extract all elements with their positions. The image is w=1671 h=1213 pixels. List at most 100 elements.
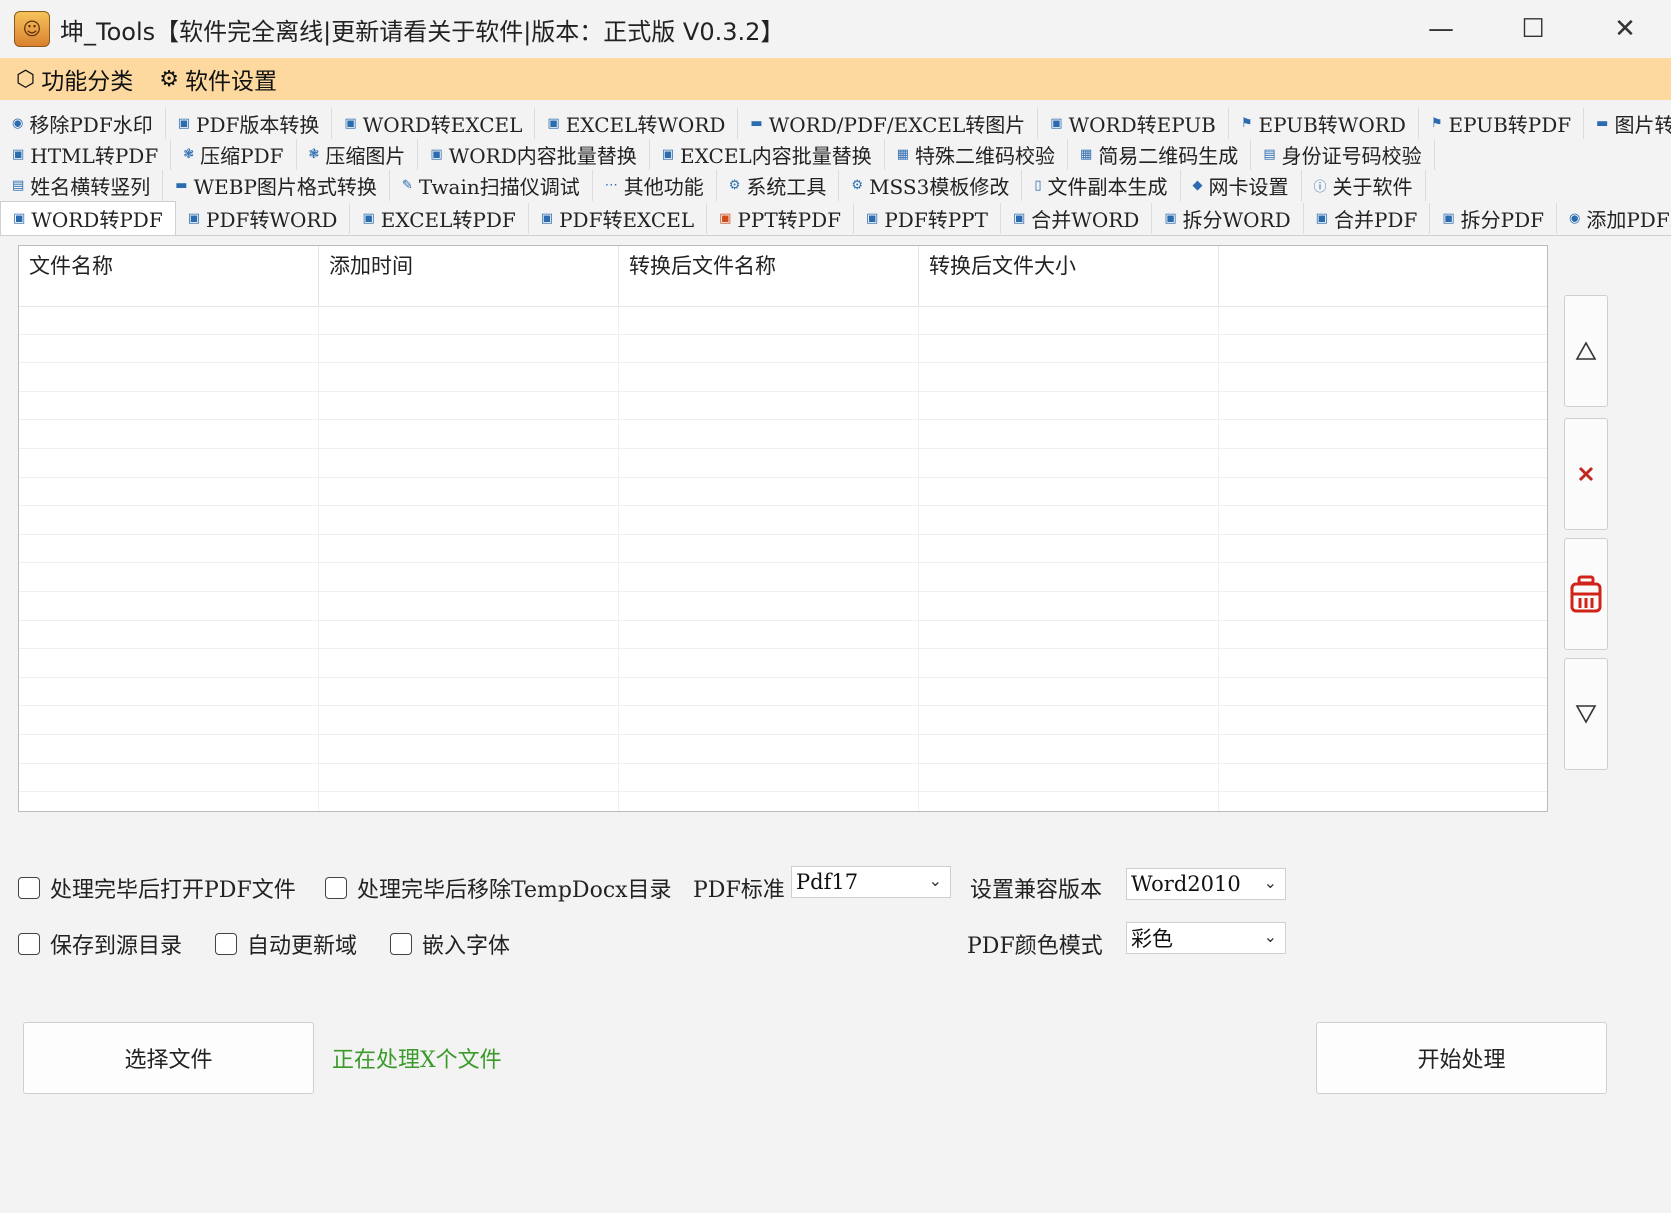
table-row	[19, 706, 1547, 735]
tab-image-to-pdf[interactable]: ▬图片转PDF	[1584, 108, 1671, 139]
maximize-button[interactable]: ☐	[1487, 0, 1579, 58]
tab-compress-pdf[interactable]: ❃ 压缩PDF	[171, 139, 297, 170]
more-icon: ⋯	[604, 178, 618, 193]
tab-word-to-epub[interactable]: ▣ WORD转EPUB	[1038, 108, 1229, 139]
tab-epub-to-word[interactable]: ⚑ EPUB转WORD	[1229, 108, 1419, 139]
tab-add-pdf-watermark[interactable]: ◉添加PDF水印	[1557, 203, 1671, 234]
file-list-table[interactable]: 文件名称 添加时间 转换后文件名称 转换后文件大小	[18, 245, 1548, 812]
move-up-button[interactable]	[1564, 295, 1608, 407]
clear-button[interactable]	[1564, 538, 1608, 650]
tab-pdf-to-ppt[interactable]: ▣ PDF转PPT	[854, 202, 1001, 234]
checkbox-box[interactable]	[325, 877, 347, 899]
tab-pdf-version-convert[interactable]: ▣ PDF版本转换	[166, 108, 333, 139]
compress-icon: ❃	[183, 147, 195, 162]
list-icon: ▤	[12, 178, 25, 193]
checkbox-box[interactable]	[390, 933, 412, 955]
column-header-converted-name[interactable]: 转换后文件名称	[619, 246, 919, 306]
close-button[interactable]: ✕	[1579, 0, 1671, 58]
minimize-button[interactable]: —	[1395, 0, 1487, 58]
tab-split-pdf[interactable]: ▣ 拆分PDF	[1430, 202, 1557, 234]
tab-compress-image[interactable]: ❃ 压缩图片	[297, 139, 419, 170]
word-icon: ▣	[1050, 116, 1063, 131]
start-processing-button[interactable]: 开始处理	[1316, 1022, 1607, 1094]
compat-version-select[interactable]: Word2010 ⌄	[1126, 868, 1286, 900]
color-mode-label: PDF颜色模式	[967, 934, 1103, 959]
compat-version-label: 设置兼容版本	[970, 878, 1103, 903]
tab-simple-qrcode-generate[interactable]: ▦ 简易二维码生成	[1068, 139, 1252, 170]
tab-ppt-to-pdf[interactable]: ▣ PPT转PDF	[707, 202, 855, 234]
menu-software-settings[interactable]: ⚙ 软件设置	[159, 62, 277, 96]
open-pdf-after-checkbox[interactable]: 处理完毕后打开PDF文件	[18, 872, 296, 904]
chevron-down-icon: ⌄	[928, 871, 942, 890]
menu-function-category[interactable]: ⬡ 功能分类	[16, 62, 133, 96]
remove-tempdocx-checkbox[interactable]: 处理完毕后移除TempDocx目录	[325, 872, 672, 904]
table-cell	[919, 391, 1219, 420]
table-cell	[619, 706, 919, 734]
table-cell	[619, 591, 919, 620]
tab-id-number-check[interactable]: ▤ 身份证号码校验	[1251, 139, 1435, 170]
tab-excel-batch-replace[interactable]: ▣ EXCEL内容批量替换	[650, 139, 885, 170]
tab-excel-to-pdf[interactable]: ▣ EXCEL转PDF	[350, 202, 529, 234]
excel-icon: ▣	[362, 210, 375, 226]
table-cell	[319, 363, 619, 391]
table-cell	[919, 792, 1219, 811]
auto-update-fields-checkbox[interactable]: 自动更新域	[215, 928, 357, 960]
pdf-standard-select[interactable]: Pdf17 ⌄	[791, 866, 951, 898]
column-header-file-name[interactable]: 文件名称	[19, 246, 319, 306]
column-header-added-time[interactable]: 添加时间	[319, 246, 619, 306]
word-icon: ▣	[430, 147, 443, 162]
menu-item-label: 软件设置	[184, 69, 277, 95]
tab-merge-word[interactable]: ▣ 合并WORD	[1001, 202, 1153, 234]
table-cell	[319, 734, 619, 763]
table-cell	[619, 534, 919, 563]
tab-merge-pdf[interactable]: ▣ 合并PDF	[1304, 202, 1431, 234]
pdf-icon: ▣	[187, 210, 201, 226]
tab-webp-convert[interactable]: ▬ WEBP图片格式转换	[163, 170, 390, 201]
table-row	[19, 649, 1547, 678]
tab-file-copy-generate[interactable]: ▯ 文件副本生成	[1022, 170, 1181, 201]
document-icon: ▯	[1034, 178, 1042, 193]
table-cell	[319, 448, 619, 477]
checkbox-box[interactable]	[18, 877, 40, 899]
tab-special-qrcode-check[interactable]: ▦ 特殊二维码校验	[885, 139, 1069, 170]
tab-split-word[interactable]: ▣ 拆分WORD	[1152, 202, 1304, 234]
pdf-icon: ▣	[540, 210, 554, 226]
tab-other-functions[interactable]: ⋯ 其他功能	[593, 170, 717, 201]
save-to-source-checkbox[interactable]: 保存到源目录	[18, 928, 182, 960]
tab-mss3-template-edit[interactable]: ⚙ MSS3模板修改	[839, 170, 1023, 201]
color-mode-select[interactable]: 彩色 ⌄	[1126, 922, 1286, 954]
tab-office-to-image[interactable]: ▬ WORD/PDF/EXCEL转图片	[738, 108, 1039, 139]
tab-word-to-excel[interactable]: ▣ WORD转EXCEL	[332, 108, 536, 139]
gear-icon: ⚙	[851, 178, 864, 193]
remove-button[interactable]	[1564, 418, 1608, 530]
table-cell	[319, 306, 619, 334]
table-row	[19, 506, 1547, 535]
epub-icon: ⚑	[1430, 116, 1443, 131]
table-cell	[19, 477, 319, 506]
checkbox-box[interactable]	[215, 933, 237, 955]
tab-row-2: ▣ HTML转PDF ❃ 压缩PDF ❃ 压缩图片 ▣ WORD内容批量替换 ▣ EXCE…	[0, 139, 1671, 170]
embed-fonts-checkbox[interactable]: 嵌入字体	[390, 928, 510, 960]
tab-word-to-pdf[interactable]: ▣ WORD转PDF	[0, 201, 176, 235]
tab-html-to-pdf[interactable]: ▣ HTML转PDF	[0, 139, 172, 170]
tab-pdf-to-excel[interactable]: ▣ PDF转EXCEL	[529, 202, 708, 234]
tab-pdf-to-word[interactable]: ▣ PDF转WORD	[176, 202, 351, 234]
tab-word-batch-replace[interactable]: ▣ WORD内容批量替换	[418, 139, 650, 170]
table-cell	[919, 649, 1219, 677]
column-header-converted-size[interactable]: 转换后文件大小	[919, 246, 1219, 306]
tab-epub-to-pdf[interactable]: ⚑ EPUB转PDF	[1419, 108, 1585, 139]
tab-twain-scanner-debug[interactable]: ✎ Twain扫描仪调试	[390, 170, 593, 201]
tab-system-tools[interactable]: ⚙ 系统工具	[717, 170, 840, 201]
tab-name-horizontal-to-vertical[interactable]: ▤ 姓名横转竖列	[0, 170, 164, 201]
tab-excel-to-word[interactable]: ▣ EXCEL转WORD	[535, 108, 739, 139]
table-cell	[919, 506, 1219, 534]
table-cell	[19, 792, 319, 811]
move-down-button[interactable]	[1564, 658, 1608, 770]
function-tabs: ◉ 移除PDF水印 ▣ PDF版本转换 ▣ WORD转EXCEL ▣ EXCEL转WOR…	[0, 108, 1671, 236]
tab-remove-pdf-watermark[interactable]: ◉ 移除PDF水印	[0, 108, 166, 139]
close-x-icon	[1578, 466, 1594, 482]
checkbox-box[interactable]	[18, 933, 40, 955]
tab-network-card-settings[interactable]: ◆ 网卡设置	[1181, 170, 1302, 201]
select-files-button[interactable]: 选择文件	[23, 1022, 314, 1094]
tab-about-software[interactable]: ⓘ 关于软件	[1302, 170, 1426, 201]
